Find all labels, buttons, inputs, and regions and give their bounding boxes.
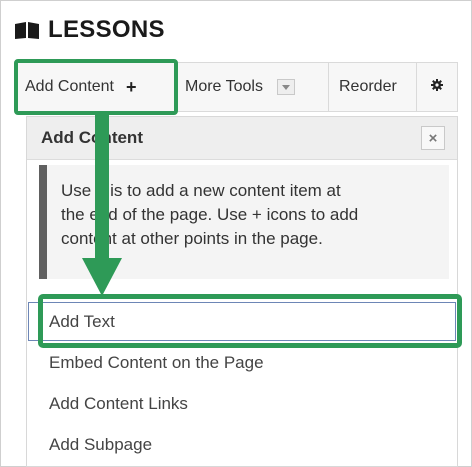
panel-title: Add Content bbox=[41, 128, 143, 147]
reorder-label: Reorder bbox=[339, 78, 397, 95]
settings-button[interactable] bbox=[417, 63, 457, 111]
lessons-header: LESSONS bbox=[14, 12, 165, 48]
menu-item-label: Add Text bbox=[49, 311, 115, 331]
close-icon[interactable]: × bbox=[421, 126, 445, 150]
add-content-panel: Add Content × Use this to add a new cont… bbox=[26, 116, 458, 467]
menu-item-embed-content[interactable]: Embed Content on the Page bbox=[27, 342, 457, 383]
book-icon bbox=[14, 20, 40, 40]
add-content-button[interactable]: Add Content + bbox=[17, 63, 177, 111]
info-line: content at other points in the page. bbox=[61, 229, 323, 248]
plus-icon: + bbox=[125, 76, 137, 97]
menu-item-label: Add Subpage bbox=[49, 434, 153, 454]
gear-icon bbox=[431, 78, 443, 96]
reorder-button[interactable]: Reorder bbox=[329, 63, 417, 111]
page-title: LESSONS bbox=[48, 16, 165, 43]
menu-item-add-text[interactable]: Add Text bbox=[27, 301, 457, 342]
more-tools-button[interactable]: More Tools bbox=[177, 63, 329, 111]
menu-item-add-subpage[interactable]: Add Subpage bbox=[27, 424, 457, 465]
menu-item-label: Add Content Links bbox=[49, 393, 188, 413]
info-line: the end of the page. Use + icons to add bbox=[61, 205, 359, 224]
menu-item-label: Embed Content on the Page bbox=[49, 352, 264, 372]
panel-header: Add Content × bbox=[27, 117, 457, 160]
info-text-box: Use this to add a new content item at th… bbox=[39, 165, 449, 279]
content-menu-list: Add Text Embed Content on the Page Add C… bbox=[27, 301, 457, 465]
more-tools-label: More Tools bbox=[185, 78, 263, 95]
info-line: Use this to add a new content item at bbox=[61, 181, 341, 200]
menu-item-add-content-links[interactable]: Add Content Links bbox=[27, 383, 457, 424]
chevron-down-icon bbox=[276, 79, 295, 95]
lessons-toolbar: Add Content + More Tools Reorder bbox=[16, 62, 458, 112]
add-content-label: Add Content bbox=[25, 78, 114, 95]
